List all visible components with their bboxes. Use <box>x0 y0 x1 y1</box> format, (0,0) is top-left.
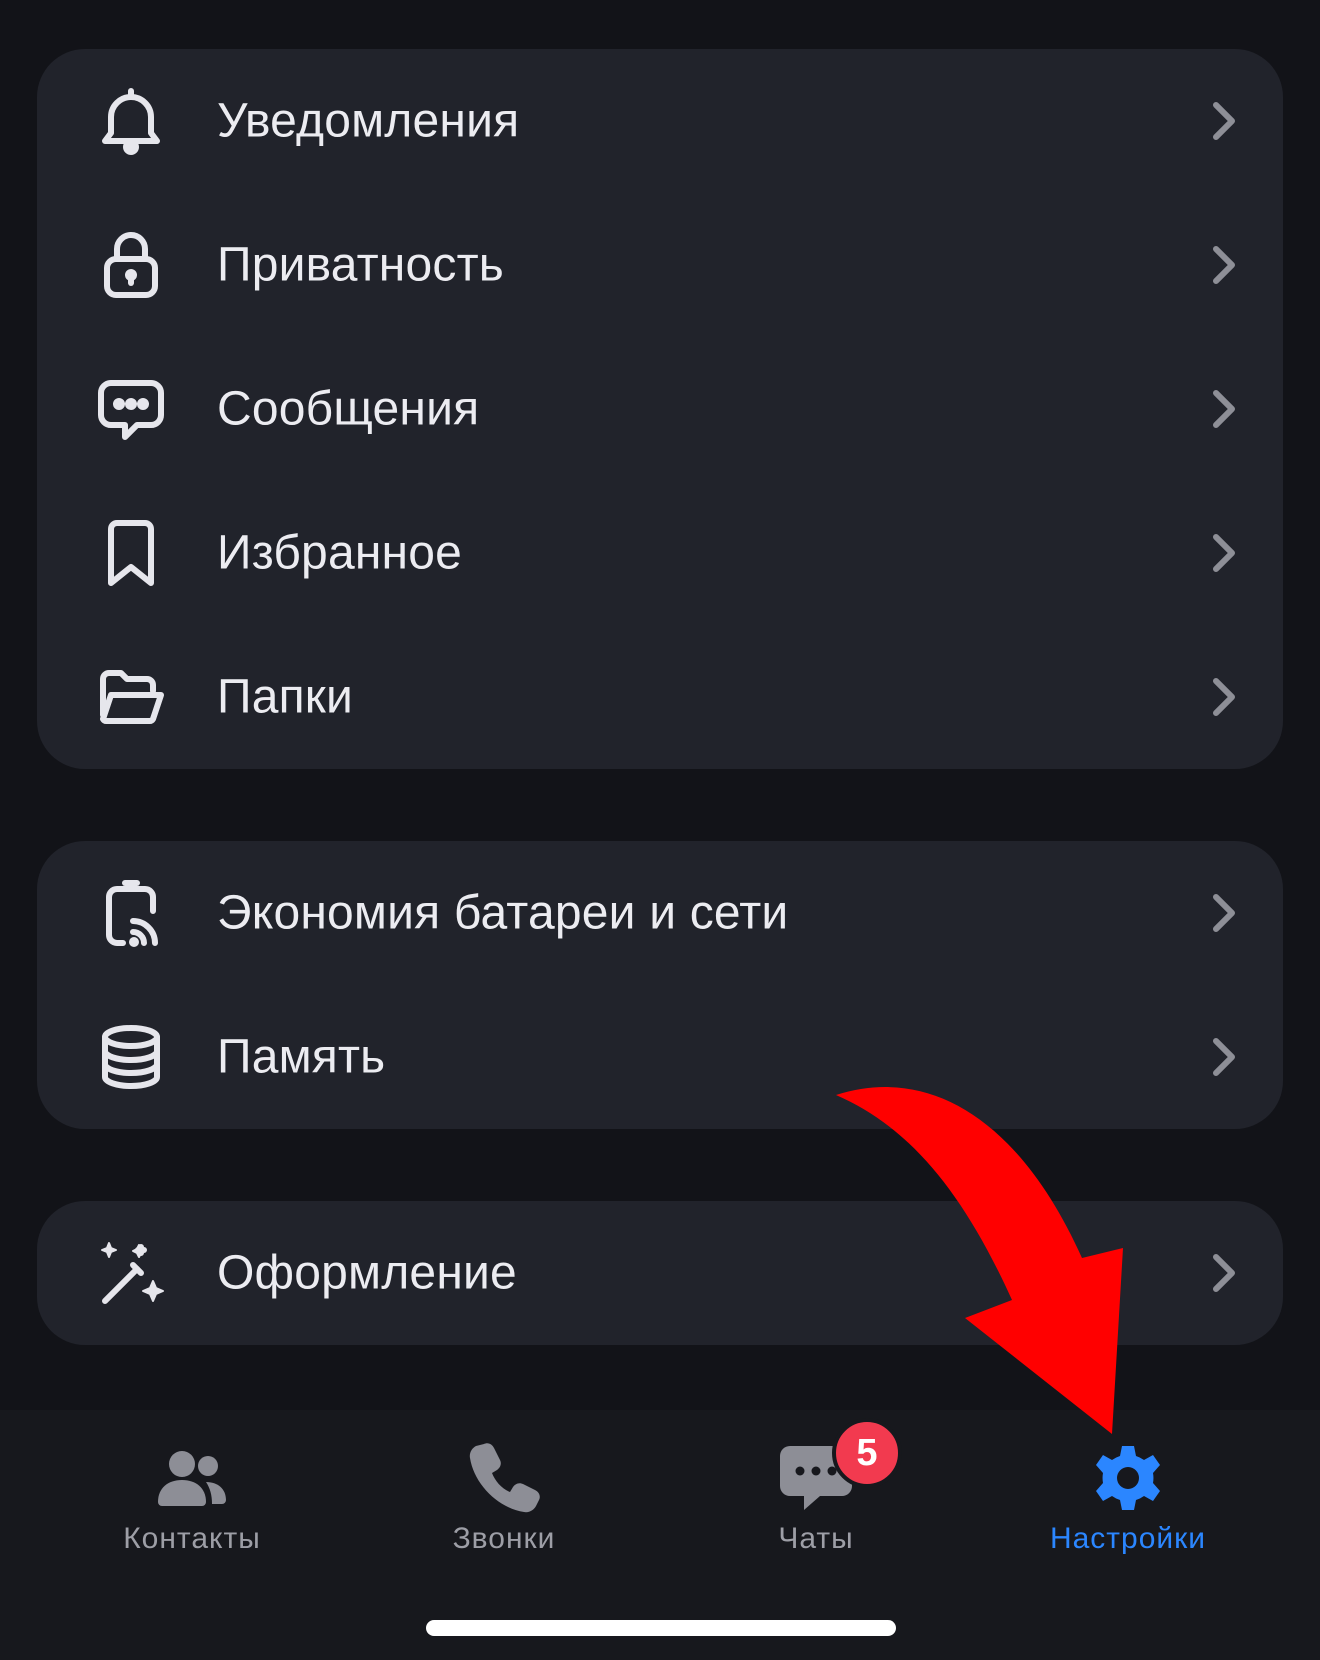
database-icon <box>93 1019 169 1095</box>
chat-bubble-icon <box>93 371 169 447</box>
settings-item-label: Оформление <box>217 1246 517 1300</box>
settings-item-label: Избранное <box>217 526 463 580</box>
gear-icon <box>1086 1436 1170 1520</box>
settings-item-notifications[interactable]: Уведомления <box>37 49 1283 193</box>
chevron-right-icon <box>1213 246 1235 284</box>
settings-item-messages[interactable]: Сообщения <box>37 337 1283 481</box>
unread-badge: 5 <box>832 1418 902 1488</box>
lock-icon <box>93 227 169 303</box>
phone-icon <box>462 1436 546 1520</box>
settings-item-label: Память <box>217 1030 386 1084</box>
settings-item-label: Папки <box>217 670 353 724</box>
settings-group-data: Экономия батареи и сети Память <box>37 841 1283 1129</box>
settings-group-appearance: Оформление <box>37 1201 1283 1345</box>
settings-item-storage[interactable]: Память <box>37 985 1283 1129</box>
settings-item-privacy[interactable]: Приватность <box>37 193 1283 337</box>
chevron-right-icon <box>1213 534 1235 572</box>
chevron-right-icon <box>1213 1038 1235 1076</box>
settings-item-label: Экономия батареи и сети <box>217 886 789 940</box>
settings-group-main: Уведомления Приватность Сообщения Избран… <box>37 49 1283 769</box>
settings-item-label: Приватность <box>217 238 504 292</box>
chevron-right-icon <box>1213 1254 1235 1292</box>
tab-label: Звонки <box>452 1522 556 1555</box>
magic-wand-icon <box>93 1235 169 1311</box>
settings-item-favorites[interactable]: Избранное <box>37 481 1283 625</box>
chevron-right-icon <box>1213 894 1235 932</box>
battery-network-icon <box>93 875 169 951</box>
settings-item-label: Сообщения <box>217 382 480 436</box>
tab-chats[interactable]: 5 Чаты <box>660 1410 972 1580</box>
tab-label: Чаты <box>778 1522 854 1555</box>
settings-item-folders[interactable]: Папки <box>37 625 1283 769</box>
chevron-right-icon <box>1213 390 1235 428</box>
tab-label: Контакты <box>123 1522 261 1555</box>
contacts-icon <box>150 1436 234 1520</box>
tab-calls[interactable]: Звонки <box>348 1410 660 1580</box>
chevron-right-icon <box>1213 102 1235 140</box>
tab-settings[interactable]: Настройки <box>972 1410 1284 1580</box>
bell-icon <box>93 83 169 159</box>
home-indicator <box>426 1620 896 1636</box>
chevron-right-icon <box>1213 678 1235 716</box>
tab-contacts[interactable]: Контакты <box>36 1410 348 1580</box>
settings-item-appearance[interactable]: Оформление <box>37 1201 1283 1345</box>
settings-item-label: Уведомления <box>217 94 520 148</box>
settings-item-battery-network[interactable]: Экономия батареи и сети <box>37 841 1283 985</box>
folder-icon <box>93 659 169 735</box>
tab-label: Настройки <box>1049 1522 1207 1555</box>
bookmark-icon <box>93 515 169 591</box>
